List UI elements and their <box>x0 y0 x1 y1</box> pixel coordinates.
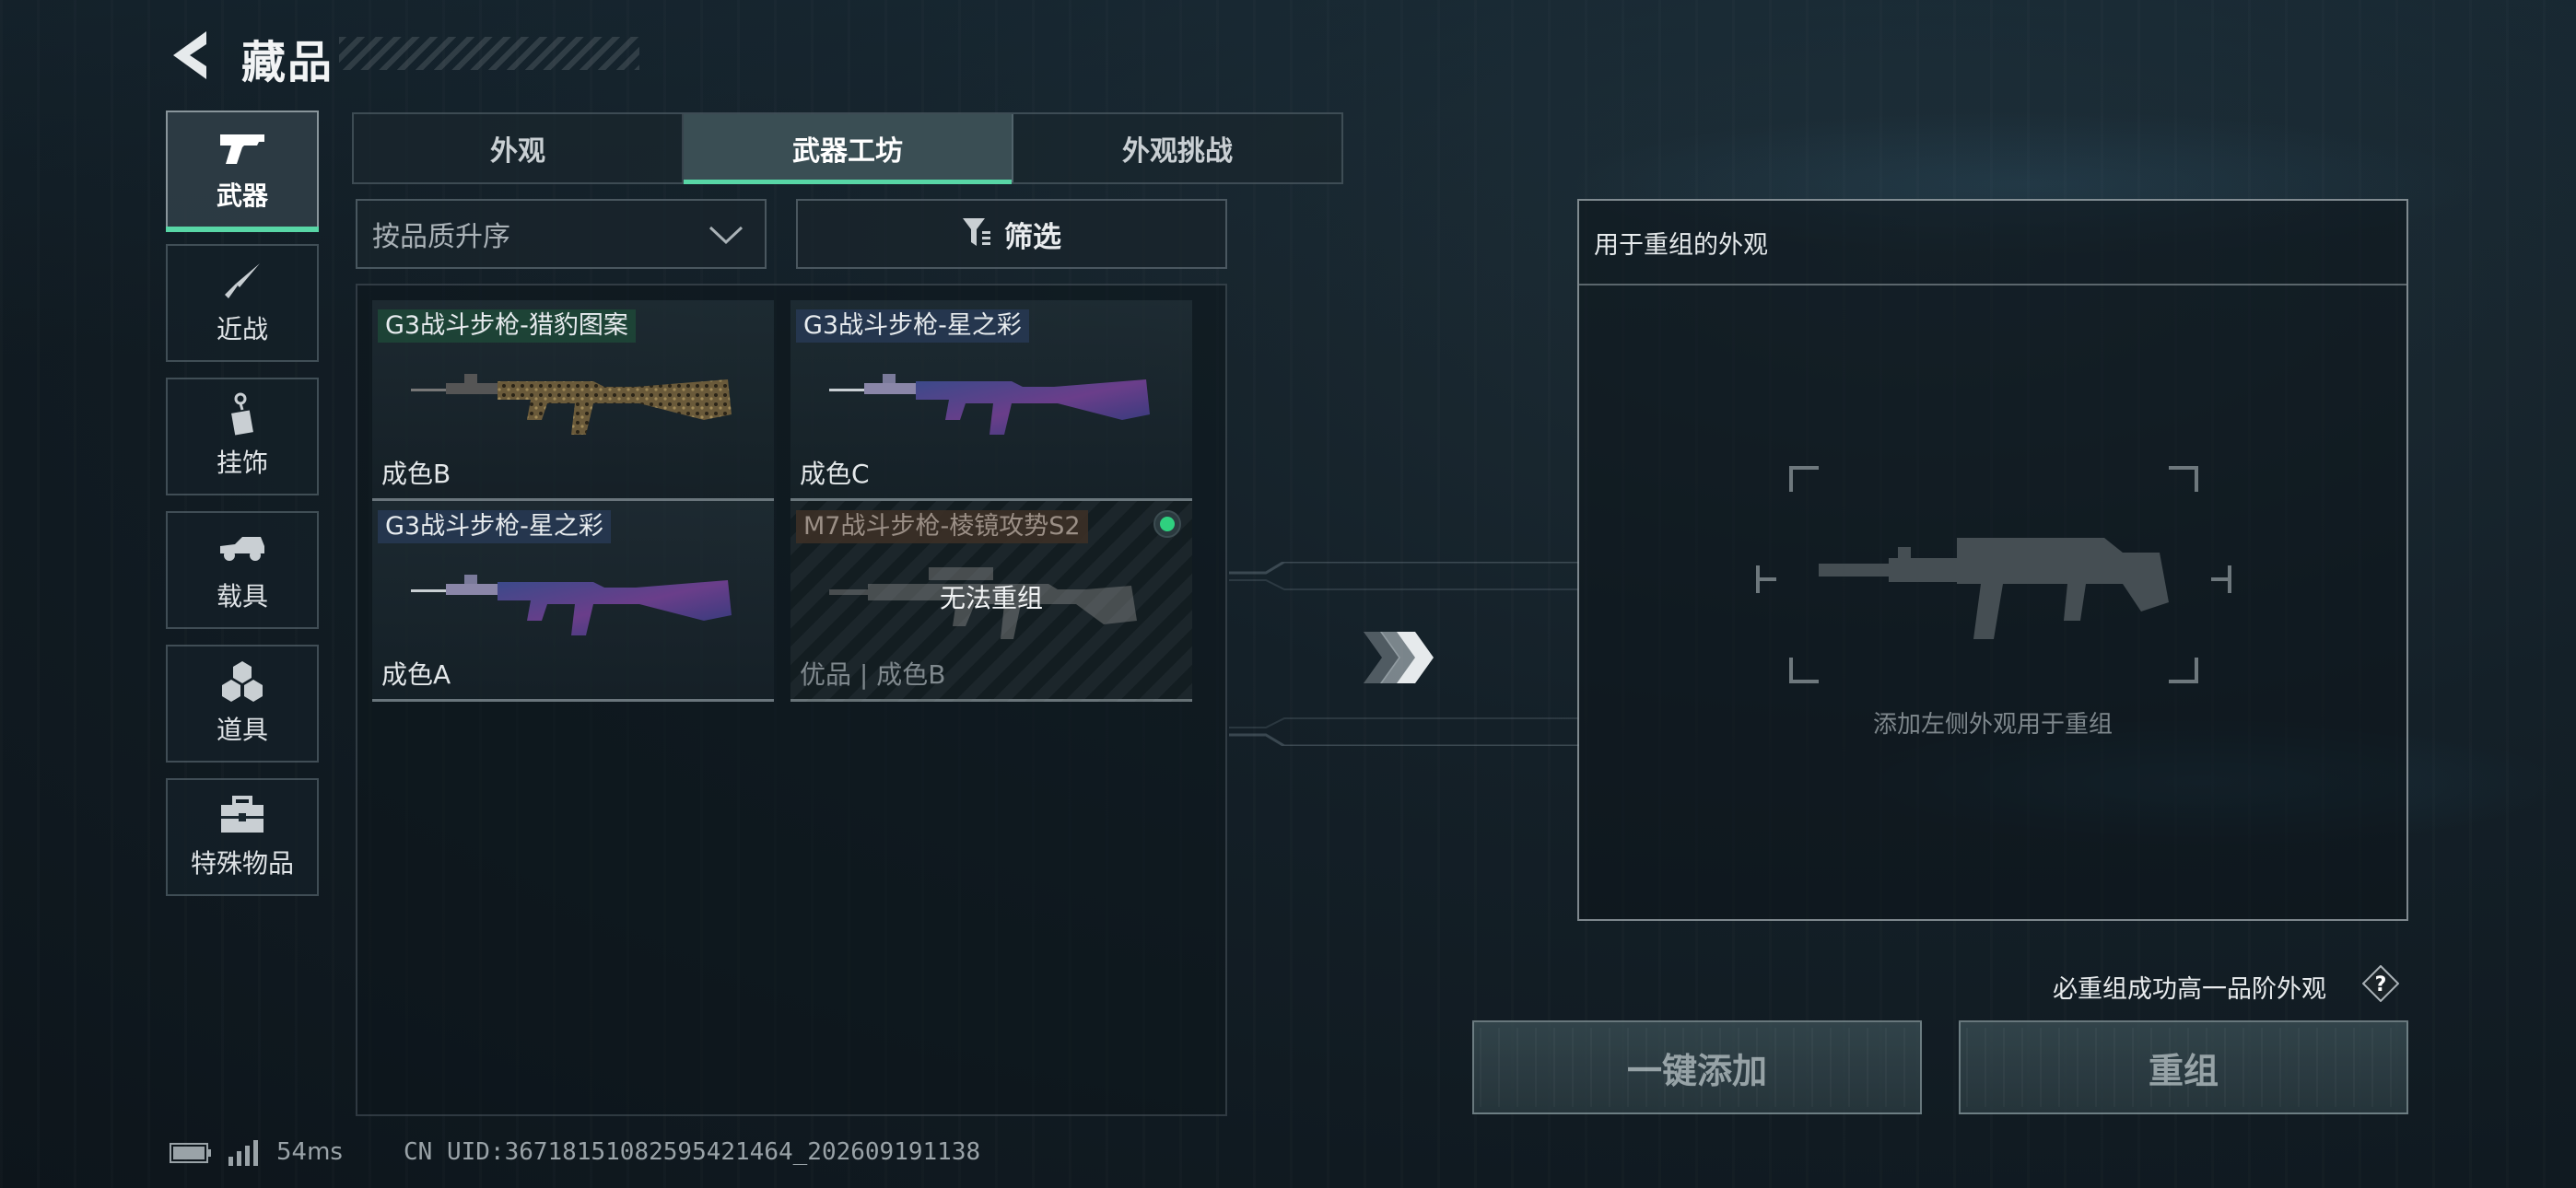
quick-add-button[interactable]: 一键添加 <box>1472 1020 1922 1114</box>
recast-hint: 添加左侧外观用于重组 <box>1872 711 2113 739</box>
skin-card-disabled[interactable]: M7战斗步枪-棱镜攻势S2 无法重组 优品 | 成色B <box>790 501 1192 702</box>
pistol-icon <box>217 126 268 169</box>
transfer-connector <box>1229 562 1579 746</box>
skin-card[interactable]: G3战斗步枪-星之彩 成色C <box>790 300 1192 501</box>
knife-icon <box>217 260 268 302</box>
sidebar-item-label: 近战 <box>216 314 268 344</box>
filter-funnel-icon <box>962 216 991 251</box>
title-decoration <box>339 37 639 70</box>
skin-condition: 成色B <box>381 459 451 489</box>
sidebar-item-label: 挂饰 <box>216 448 268 478</box>
tab-weapon-workshop[interactable]: 武器工坊 <box>684 114 1013 184</box>
signal-strength-icon <box>228 1140 258 1166</box>
skin-card[interactable]: G3战斗步枪-猎豹图案 成色B <box>372 300 774 501</box>
recast-panel-title: 用于重组的外观 <box>1579 201 2406 285</box>
vehicle-icon <box>217 527 268 569</box>
cannot-recast-label: 无法重组 <box>939 583 1043 613</box>
skin-name: M7战斗步枪-棱镜攻势S2 <box>796 510 1088 543</box>
skin-list-panel: G3战斗步枪-猎豹图案 成色B G3战斗步枪-星之彩 成色C G3战斗步枪-星之… <box>356 284 1227 1116</box>
tab-bar: 外观 武器工坊 外观挑战 <box>352 112 1343 184</box>
sidebar-item-props[interactable]: 道具 <box>166 645 319 763</box>
chevron-down-icon <box>708 223 744 250</box>
recast-slot-panel[interactable]: 用于重组的外观 添加左侧外观用于重组 <box>1577 199 2408 921</box>
filter-button[interactable]: 筛选 <box>796 199 1227 269</box>
charm-icon <box>217 392 268 436</box>
skin-card[interactable]: G3战斗步枪-星之彩 成色A <box>372 501 774 702</box>
sort-value: 按品质升序 <box>372 221 510 253</box>
back-arrow-icon[interactable] <box>166 28 221 83</box>
rifle-placeholder-icon <box>1756 466 2231 683</box>
page-title: 藏品 <box>241 37 334 88</box>
guarantee-text: 必重组成功高一品阶外观 <box>2053 975 2326 1004</box>
sidebar-item-label: 道具 <box>216 715 268 745</box>
chevron-right-icon <box>1364 632 1434 683</box>
toolbox-icon <box>217 794 268 836</box>
skin-condition: 成色A <box>381 659 451 690</box>
user-uid: CN UID:36718151082595421464_202609191138 <box>404 1138 981 1166</box>
filter-label: 筛选 <box>1004 220 1061 254</box>
sidebar-item-vehicles[interactable]: 载具 <box>166 511 319 629</box>
skin-name: G3战斗步枪-星之彩 <box>796 309 1029 343</box>
props-icon <box>217 660 268 703</box>
sidebar-item-label: 武器 <box>216 181 268 211</box>
skin-name: G3战斗步枪-星之彩 <box>378 510 611 543</box>
svg-text:?: ? <box>2375 973 2387 996</box>
rifle-galaxy-image <box>829 374 1150 435</box>
tab-appearance[interactable]: 外观 <box>354 114 684 182</box>
sidebar-item-special[interactable]: 特殊物品 <box>166 778 319 896</box>
sidebar-item-label: 载具 <box>216 581 268 611</box>
skin-name: G3战斗步枪-猎豹图案 <box>378 309 636 343</box>
sidebar-item-weapons[interactable]: 武器 <box>166 111 319 232</box>
question-mark-icon[interactable]: ? <box>2362 965 2399 1002</box>
ping-value: 54ms <box>276 1138 343 1166</box>
skin-condition: 优品 | 成色B <box>800 659 946 690</box>
sidebar-item-label: 特殊物品 <box>190 848 294 879</box>
battery-icon <box>170 1143 211 1163</box>
skin-condition: 成色C <box>800 459 870 489</box>
recast-button[interactable]: 重组 <box>1959 1020 2408 1114</box>
rifle-galaxy-image <box>411 575 732 635</box>
sidebar-item-melee[interactable]: 近战 <box>166 244 319 362</box>
rifle-leopard-image <box>411 374 732 435</box>
tab-appearance-challenge[interactable]: 外观挑战 <box>1013 114 1341 182</box>
sort-dropdown[interactable]: 按品质升序 <box>356 199 767 269</box>
category-sidebar: 武器 近战 挂饰 载具 道具 特殊物品 <box>166 111 319 912</box>
sidebar-item-charms[interactable]: 挂饰 <box>166 378 319 495</box>
equipped-indicator <box>1153 510 1181 538</box>
